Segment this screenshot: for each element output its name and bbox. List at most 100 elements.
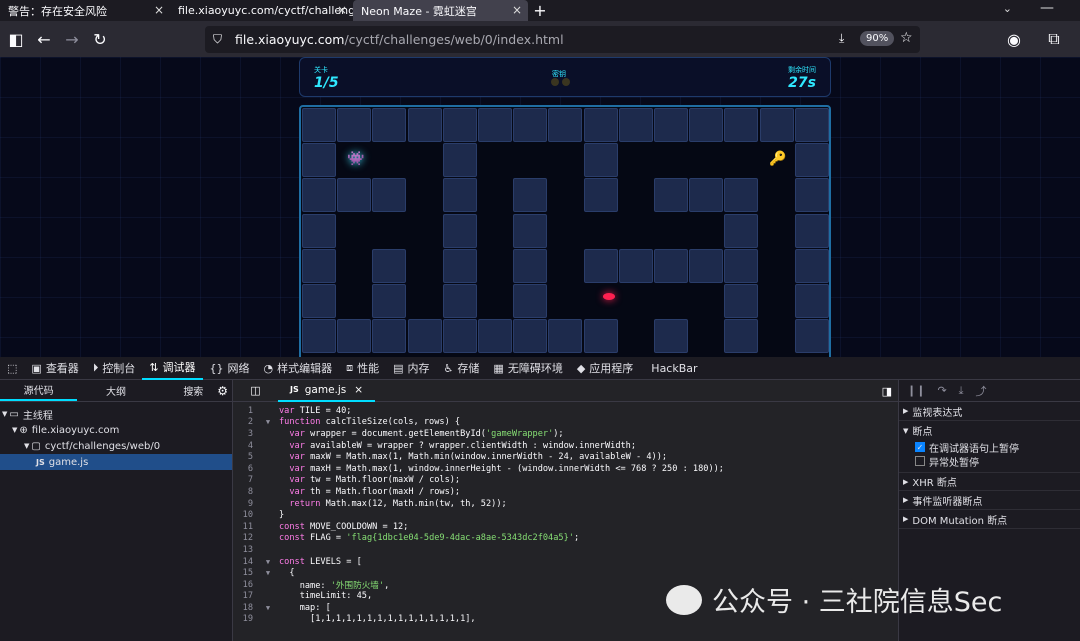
fold-toggle-icon[interactable]: ▼ bbox=[257, 569, 279, 577]
zoom-level[interactable]: 90% bbox=[860, 31, 895, 46]
tab-security-warning[interactable]: 警告：存在安全风险 × bbox=[0, 0, 170, 21]
tree-item-main-thread[interactable]: ▼ ▭ 主线程 bbox=[0, 406, 232, 422]
fold-toggle-icon[interactable]: ▼ bbox=[257, 604, 279, 612]
section-watch-expressions[interactable]: ▶ 监视表达式 bbox=[899, 402, 1080, 421]
sidebar-icon[interactable]: ◧ bbox=[2, 25, 30, 53]
line-number[interactable]: 14 bbox=[233, 557, 257, 567]
new-tab-button[interactable]: + bbox=[528, 0, 552, 21]
line-number[interactable]: 12 bbox=[233, 533, 257, 543]
code-line[interactable]: 4 var availableW = wrapper ? wrapper.cli… bbox=[233, 440, 898, 452]
gear-icon[interactable]: ⚙ bbox=[217, 384, 228, 398]
checkbox-pause-debugger[interactable]: ✓ 在调试器语句上暂停 bbox=[899, 440, 1080, 455]
pause-icon[interactable]: ❙❙ bbox=[907, 384, 925, 397]
code-line[interactable]: 5 var maxW = Math.max(1, Math.min(window… bbox=[233, 451, 898, 463]
tab-list-icon[interactable]: ⌄ bbox=[1003, 2, 1012, 15]
code-line[interactable]: 6 var maxH = Math.max(1, window.innerHei… bbox=[233, 463, 898, 475]
editor-tab-game-js[interactable]: JS game.js × bbox=[278, 379, 376, 402]
url-bar[interactable]: ⛉ file.xiaoyuyc.com/cyctf/challenges/web… bbox=[205, 26, 920, 53]
maze-board[interactable]: 👾 🔑 bbox=[299, 105, 831, 357]
reload-button[interactable]: ↻ bbox=[86, 25, 114, 53]
watermark: 公众号 · 三社院信息Sec bbox=[666, 580, 1002, 619]
code-line[interactable]: 1 var TILE = 40; bbox=[233, 405, 898, 417]
line-number[interactable]: 1 bbox=[233, 406, 257, 416]
code-line[interactable]: 11 const MOVE_COOLDOWN = 12; bbox=[233, 521, 898, 533]
devtools-tab-2[interactable]: ⇅ 调试器 bbox=[142, 357, 203, 380]
devtools-tab-8[interactable]: ▦ 无障碍环境 bbox=[486, 357, 569, 380]
code-line[interactable]: 13 bbox=[233, 544, 898, 556]
code-line[interactable]: 10} bbox=[233, 509, 898, 521]
line-number[interactable]: 4 bbox=[233, 441, 257, 451]
line-number[interactable]: 16 bbox=[233, 580, 257, 590]
line-number[interactable]: 5 bbox=[233, 452, 257, 462]
tab-sources[interactable]: 源代码 bbox=[0, 380, 78, 401]
devtools-tab-9[interactable]: ◆ 应用程序 bbox=[570, 357, 640, 380]
fold-toggle-icon[interactable]: ▼ bbox=[257, 558, 279, 566]
line-number[interactable]: 10 bbox=[233, 510, 257, 520]
code-line[interactable]: 3 var wrapper = document.getElementById(… bbox=[233, 428, 898, 440]
step-in-icon[interactable]: ⤓ bbox=[959, 384, 964, 398]
tree-item-host[interactable]: ▼ ⊕ file.xiaoyuyc.com bbox=[0, 422, 232, 438]
back-button[interactable]: ← bbox=[30, 25, 58, 53]
line-number[interactable]: 2 bbox=[233, 417, 257, 427]
line-number[interactable]: 17 bbox=[233, 591, 257, 601]
close-icon[interactable]: × bbox=[154, 3, 164, 17]
tree-item-folder[interactable]: ▼ ▢ cyctf/challenges/web/0 bbox=[0, 438, 232, 454]
step-over-icon[interactable]: ↷ bbox=[937, 384, 946, 397]
bookmark-star-icon[interactable]: ☆ bbox=[900, 30, 913, 46]
tab-label: 警告：存在安全风险 bbox=[8, 4, 107, 18]
code-line[interactable]: 14 ▼ const LEVELS = [ bbox=[233, 556, 898, 568]
line-number[interactable]: 11 bbox=[233, 522, 257, 532]
line-number[interactable]: 19 bbox=[233, 614, 257, 624]
code-line[interactable]: 7 var tw = Math.floor(maxW / cols); bbox=[233, 475, 898, 487]
devtools-tab-7[interactable]: ♿ 存储 bbox=[437, 357, 487, 380]
shield-icon[interactable]: ⛉ bbox=[213, 32, 222, 47]
line-number[interactable]: 18 bbox=[233, 603, 257, 613]
section-xhr-breakpoints[interactable]: ▶ XHR 断点 bbox=[899, 472, 1080, 491]
devtools-tab-4[interactable]: ◔ 样式编辑器 bbox=[257, 357, 340, 380]
code-line[interactable]: 12 const FLAG = 'flag{1dbc1e04-5de9-4dac-… bbox=[233, 533, 898, 545]
fold-toggle-icon[interactable]: ▼ bbox=[257, 418, 279, 426]
checkbox-pause-exceptions[interactable]: 异常处暂停 bbox=[899, 454, 1080, 469]
save-page-icon[interactable]: ⤓ bbox=[839, 31, 844, 46]
toggle-sidebar-icon[interactable]: ◫ bbox=[233, 384, 278, 397]
line-number[interactable]: 7 bbox=[233, 475, 257, 485]
devtools-tab-10[interactable]: HackBar bbox=[640, 357, 704, 380]
tab-file-listing[interactable]: file.xiaoyuyc.com/cyctf/challenge × bbox=[170, 0, 353, 21]
forward-button[interactable]: → bbox=[58, 25, 86, 53]
tree-item-game-js[interactable]: JS game.js bbox=[0, 454, 232, 470]
pick-element-icon[interactable]: ⬚ bbox=[0, 357, 24, 380]
devtools-tab-1[interactable]: ⏵ 控制台 bbox=[86, 357, 143, 380]
close-icon[interactable]: × bbox=[337, 3, 347, 17]
section-breakpoints[interactable]: ▼ 断点 bbox=[899, 421, 1080, 440]
checkmark-icon[interactable]: ✓ bbox=[915, 442, 925, 452]
line-number[interactable]: 6 bbox=[233, 464, 257, 474]
code-line[interactable]: 15 ▼ { bbox=[233, 567, 898, 579]
maze-wall bbox=[302, 108, 336, 142]
checkbox-box[interactable] bbox=[915, 456, 925, 466]
line-number[interactable]: 8 bbox=[233, 487, 257, 497]
account-icon[interactable]: ◉ bbox=[1000, 25, 1028, 53]
devtools-tab-0[interactable]: ▣ 查看器 bbox=[24, 357, 85, 380]
devtools-tab-6[interactable]: ▤ 内存 bbox=[386, 357, 436, 380]
devtools-tab-icon: ◆ bbox=[576, 361, 586, 375]
line-number[interactable]: 13 bbox=[233, 545, 257, 555]
extensions-icon[interactable]: ⧉ bbox=[1040, 25, 1068, 53]
line-number[interactable]: 9 bbox=[233, 499, 257, 509]
section-event-breakpoints[interactable]: ▶ 事件监听器断点 bbox=[899, 491, 1080, 510]
devtools-tab-3[interactable]: {} 网络 bbox=[203, 357, 257, 380]
minimize-icon[interactable]: — bbox=[1040, 0, 1054, 16]
devtools-tab-5[interactable]: ⧈ 性能 bbox=[339, 357, 386, 380]
code-line[interactable]: 8 var th = Math.floor(maxH / rows); bbox=[233, 486, 898, 498]
close-icon[interactable]: × bbox=[354, 384, 363, 396]
tab-outline[interactable]: 大纲 bbox=[77, 380, 154, 401]
maze-wall bbox=[337, 178, 372, 213]
line-number[interactable]: 15 bbox=[233, 568, 257, 578]
step-out-icon[interactable]: ⤴ bbox=[976, 383, 987, 399]
toggle-panel-icon[interactable]: ◨ bbox=[882, 385, 892, 398]
close-icon[interactable]: × bbox=[512, 3, 522, 17]
code-line[interactable]: 9 return Math.max(12, Math.min(tw, th, 5… bbox=[233, 498, 898, 510]
code-line[interactable]: 2 ▼ function calcTileSize(cols, rows) { bbox=[233, 417, 898, 429]
section-dom-breakpoints[interactable]: ▶ DOM Mutation 断点 bbox=[899, 510, 1080, 529]
tab-neon-maze[interactable]: Neon Maze - 霓虹迷宫 × bbox=[353, 0, 528, 21]
line-number[interactable]: 3 bbox=[233, 429, 257, 439]
